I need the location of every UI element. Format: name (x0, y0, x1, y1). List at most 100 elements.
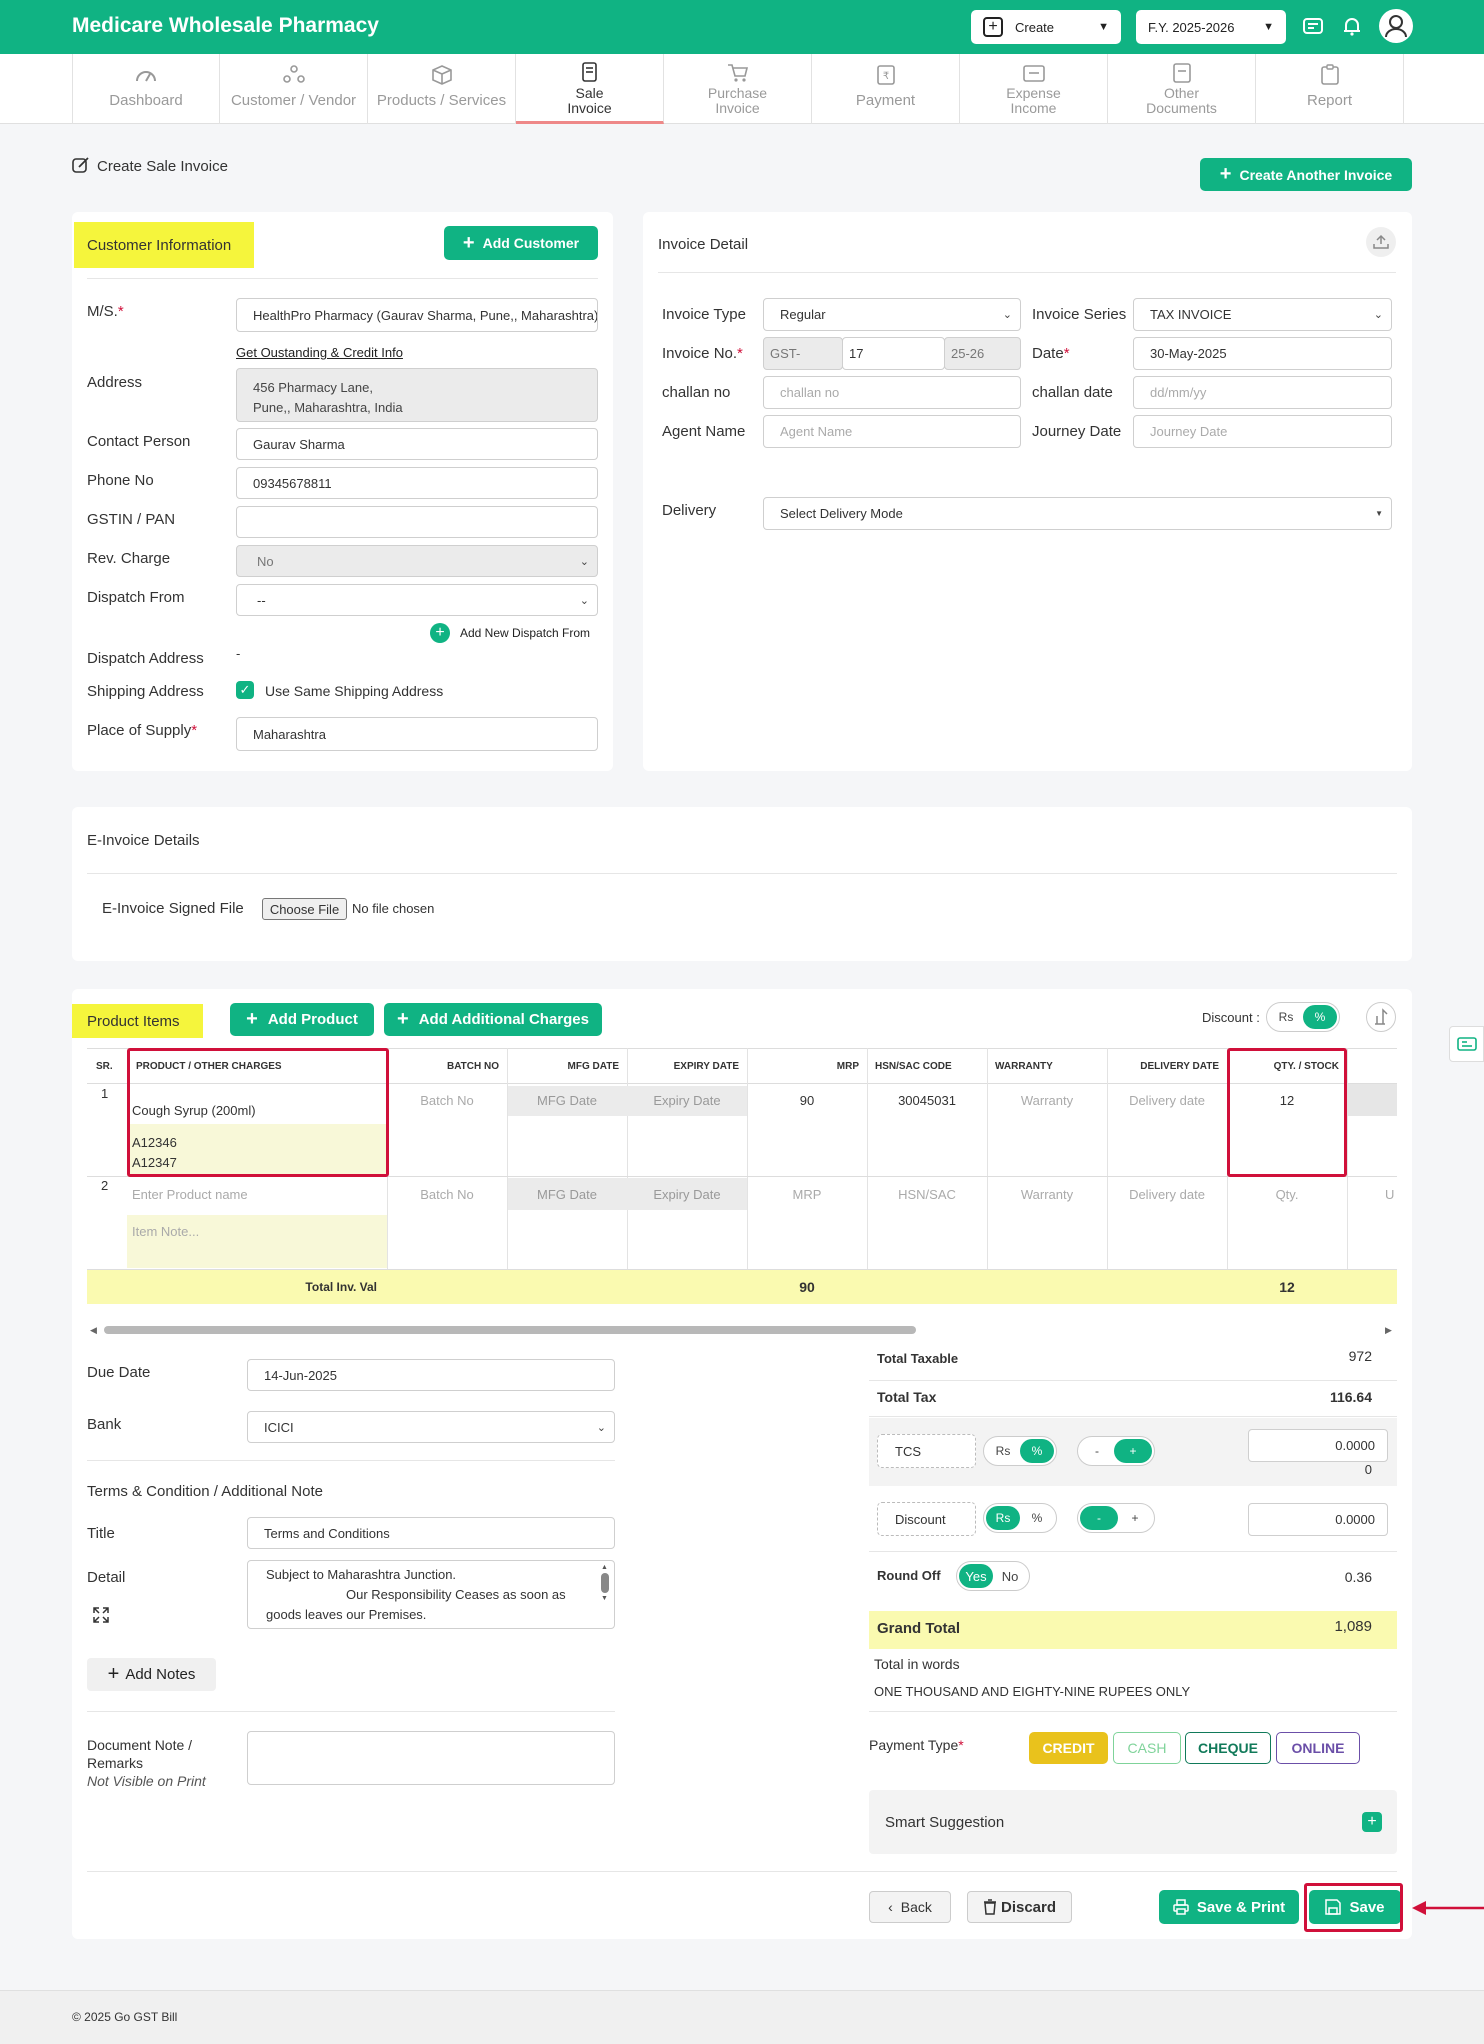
horizontal-scrollbar[interactable] (104, 1326, 916, 1334)
add-customer-button[interactable]: + Add Customer (444, 226, 598, 260)
row-hsn-input[interactable]: HSN/SAC (867, 1187, 987, 1202)
row-mrp-input[interactable]: MRP (747, 1187, 867, 1202)
side-widget-icon[interactable] (1449, 1026, 1484, 1062)
invoice-series-select[interactable]: TAX INVOICE ⌄ (1133, 298, 1392, 331)
disc-rs-option[interactable]: Rs (986, 1506, 1020, 1530)
discount-rs-option[interactable]: Rs (1269, 1005, 1303, 1029)
challan-no-input[interactable]: challan no (763, 376, 1021, 409)
terms-detail-textarea[interactable]: Subject to Maharashtra Junction. Our Res… (247, 1560, 615, 1629)
challan-date-input[interactable]: dd/mm/yy (1133, 376, 1392, 409)
tcs-minus-option[interactable]: - (1080, 1439, 1114, 1463)
agent-name-input[interactable]: Agent Name (763, 415, 1021, 448)
row-expiry-input[interactable]: Expiry Date (627, 1187, 747, 1202)
row-delivery-input[interactable]: Delivery date (1107, 1187, 1227, 1202)
row-batch-input[interactable]: Batch No (387, 1093, 507, 1108)
add-notes-button[interactable]: + Add Notes (87, 1658, 216, 1691)
row-expiry-input[interactable]: Expiry Date (627, 1093, 747, 1108)
payment-credit-button[interactable]: CREDIT (1029, 1732, 1108, 1764)
discount-type-toggle-bottom[interactable]: Rs % (983, 1503, 1057, 1533)
upload-icon[interactable] (1366, 227, 1396, 257)
scroll-right-icon[interactable]: ▶ (1385, 1325, 1392, 1336)
discount-sign-toggle[interactable]: - + (1077, 1503, 1155, 1533)
row-delivery-input[interactable]: Delivery date (1107, 1093, 1227, 1108)
tcs-pct-option[interactable]: % (1020, 1439, 1054, 1463)
round-no-option[interactable]: No (993, 1564, 1027, 1588)
discount-input[interactable]: 0.0000 (1248, 1503, 1388, 1536)
bell-icon[interactable] (1340, 14, 1364, 38)
tcs-rs-option[interactable]: Rs (986, 1439, 1020, 1463)
invoice-prefix-input[interactable]: GST- (763, 337, 843, 370)
discount-type-toggle[interactable]: Rs % (1266, 1002, 1340, 1032)
discount-pct-option[interactable]: % (1303, 1005, 1337, 1029)
journey-date-input[interactable]: Journey Date (1133, 415, 1392, 448)
choose-file-button[interactable]: Choose File (262, 898, 347, 920)
discard-button[interactable]: Discard (967, 1891, 1072, 1923)
contact-person-input[interactable]: Gaurav Sharma (236, 428, 598, 460)
expand-icon[interactable] (92, 1606, 110, 1624)
row-warranty-input[interactable]: Warranty (987, 1093, 1107, 1108)
invoice-suffix-input[interactable]: 25-26 (944, 337, 1021, 370)
phone-input[interactable]: 09345678811 (236, 467, 598, 499)
payment-cash-button[interactable]: CASH (1113, 1732, 1181, 1764)
payment-online-button[interactable]: ONLINE (1276, 1732, 1360, 1764)
nav-customer-vendor[interactable]: Customer / Vendor (220, 54, 368, 124)
add-additional-charges-button[interactable]: + Add Additional Charges (384, 1003, 602, 1036)
row-mrp-input[interactable]: 90 (747, 1093, 867, 1108)
row-unit-input[interactable]: U (1385, 1187, 1394, 1202)
nav-payment[interactable]: ₹ Payment (812, 54, 960, 124)
row-mfg-input[interactable]: MFG Date (507, 1093, 627, 1108)
tcs-sign-toggle[interactable]: - + (1077, 1436, 1155, 1466)
disc-pct-option[interactable]: % (1020, 1506, 1054, 1530)
terms-title-input[interactable]: Terms and Conditions (247, 1517, 615, 1549)
tcs-input[interactable]: 0.0000 (1248, 1429, 1388, 1462)
row-qty-input[interactable]: Qty. (1227, 1187, 1347, 1202)
avatar[interactable] (1379, 9, 1413, 43)
nav-dashboard[interactable]: Dashboard (72, 54, 220, 124)
invoice-date-input[interactable]: 30-May-2025 (1133, 337, 1392, 370)
gstin-input[interactable] (236, 506, 598, 538)
delivery-mode-select[interactable]: Select Delivery Mode ▼ (763, 497, 1392, 530)
textarea-scrollbar[interactable]: ▲ ▼ (601, 1564, 610, 1624)
round-yes-option[interactable]: Yes (959, 1564, 993, 1588)
rev-charge-select[interactable]: No ⌄ (236, 545, 598, 577)
nav-products-services[interactable]: Products / Services (368, 54, 516, 124)
nav-purchase-invoice[interactable]: Purchase Invoice (664, 54, 812, 124)
row-item-note[interactable]: Item Note... (127, 1215, 387, 1268)
payment-cheque-button[interactable]: CHEQUE (1185, 1732, 1271, 1764)
save-print-button[interactable]: Save & Print (1159, 1890, 1299, 1924)
disc-minus-option[interactable]: - (1080, 1506, 1118, 1530)
place-of-supply-input[interactable]: Maharashtra (236, 717, 598, 751)
row-batch-input[interactable]: Batch No (387, 1187, 507, 1202)
row-product-input[interactable]: Enter Product name (132, 1187, 248, 1202)
row-mfg-input[interactable]: MFG Date (507, 1187, 627, 1202)
outstanding-link[interactable]: Get Oustanding & Credit Info (236, 345, 403, 360)
nav-expense-income[interactable]: Expense Income (960, 54, 1108, 124)
plus-square-icon[interactable]: + (1362, 1812, 1382, 1832)
nav-other-documents[interactable]: Other Documents (1108, 54, 1256, 124)
add-product-button[interactable]: + Add Product (230, 1003, 374, 1036)
back-button[interactable]: ‹ Back (869, 1891, 951, 1923)
create-another-invoice-button[interactable]: + Create Another Invoice (1200, 158, 1412, 191)
customer-name-input[interactable]: HealthPro Pharmacy (Gaurav Sharma, Pune,… (236, 298, 598, 332)
row-hsn-input[interactable]: 30045031 (867, 1093, 987, 1108)
dispatch-from-select[interactable]: -- ⌄ (236, 584, 598, 616)
nav-sale-invoice[interactable]: Sale Invoice (516, 54, 664, 124)
invoice-number-input[interactable]: 17 (842, 337, 945, 370)
scroll-left-icon[interactable]: ◀ (90, 1325, 97, 1336)
tcs-type-toggle[interactable]: Rs % (983, 1436, 1057, 1466)
round-off-toggle[interactable]: Yes No (956, 1561, 1030, 1591)
fy-dropdown[interactable]: F.Y. 2025-2026 ▼ (1136, 10, 1286, 44)
due-date-input[interactable]: 14-Jun-2025 (247, 1359, 615, 1391)
scan-icon[interactable] (1366, 1002, 1396, 1032)
address-input[interactable]: 456 Pharmacy Lane, Pune,, Maharashtra, I… (236, 368, 598, 422)
create-dropdown[interactable]: + Create ▼ (971, 10, 1121, 44)
same-shipping-checkbox[interactable]: ✓ (236, 681, 254, 699)
chat-icon[interactable] (1301, 14, 1325, 38)
invoice-type-select[interactable]: Regular ⌄ (763, 298, 1021, 331)
row-warranty-input[interactable]: Warranty (987, 1187, 1107, 1202)
tcs-plus-option[interactable]: + (1114, 1439, 1152, 1463)
disc-plus-option[interactable]: + (1118, 1506, 1152, 1530)
bank-select[interactable]: ICICI ⌄ (247, 1411, 615, 1443)
add-dispatch-link[interactable]: + Add New Dispatch From (430, 623, 590, 643)
document-note-textarea[interactable] (247, 1731, 615, 1785)
